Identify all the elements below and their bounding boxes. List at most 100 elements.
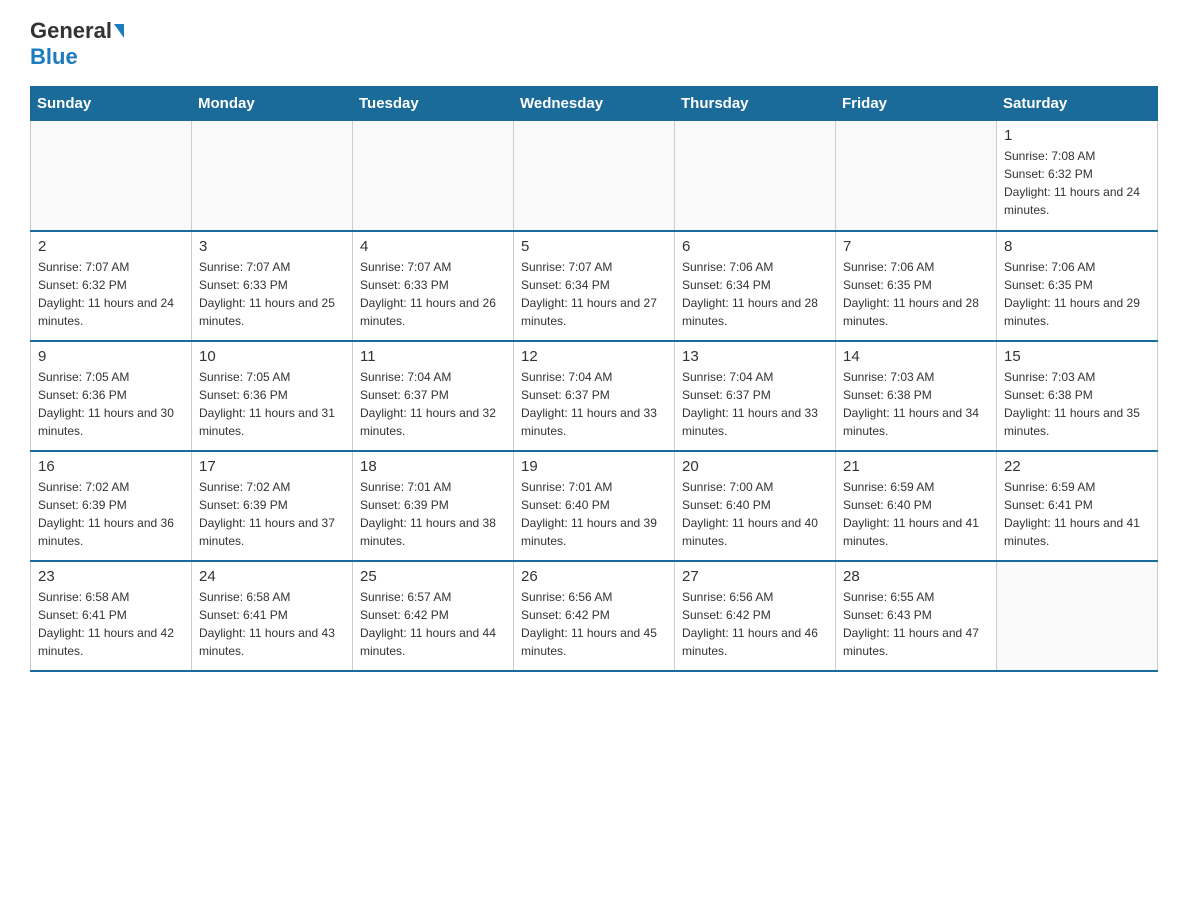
day-number: 7 — [843, 238, 989, 255]
day-info: Sunrise: 7:07 AM Sunset: 6:32 PM Dayligh… — [38, 258, 184, 330]
day-number: 10 — [199, 348, 345, 365]
day-number: 5 — [521, 238, 667, 255]
day-number: 28 — [843, 568, 989, 585]
day-number: 13 — [682, 348, 828, 365]
day-number: 16 — [38, 458, 184, 475]
calendar-cell: 5 Sunrise: 7:07 AM Sunset: 6:34 PM Daylig… — [514, 231, 675, 341]
weekday-header-thursday: Thursday — [675, 87, 836, 121]
calendar-cell: 23 Sunrise: 6:58 AM Sunset: 6:41 PM Dayli… — [31, 561, 192, 671]
calendar-cell: 25 Sunrise: 6:57 AM Sunset: 6:42 PM Dayli… — [353, 561, 514, 671]
day-number: 24 — [199, 568, 345, 585]
calendar-cell: 6 Sunrise: 7:06 AM Sunset: 6:34 PM Daylig… — [675, 231, 836, 341]
day-info: Sunrise: 7:02 AM Sunset: 6:39 PM Dayligh… — [38, 478, 184, 550]
logo-blue: Blue — [30, 44, 78, 70]
day-number: 26 — [521, 568, 667, 585]
day-info: Sunrise: 7:07 AM Sunset: 6:34 PM Dayligh… — [521, 258, 667, 330]
day-info: Sunrise: 6:59 AM Sunset: 6:40 PM Dayligh… — [843, 478, 989, 550]
calendar-cell: 27 Sunrise: 6:56 AM Sunset: 6:42 PM Dayli… — [675, 561, 836, 671]
calendar-cell — [675, 121, 836, 231]
weekday-header-saturday: Saturday — [997, 87, 1158, 121]
day-number: 11 — [360, 348, 506, 365]
logo-arrow-icon — [114, 24, 124, 38]
day-info: Sunrise: 7:04 AM Sunset: 6:37 PM Dayligh… — [360, 368, 506, 440]
week-row-5: 23 Sunrise: 6:58 AM Sunset: 6:41 PM Dayli… — [31, 561, 1158, 671]
calendar-cell — [192, 121, 353, 231]
day-number: 27 — [682, 568, 828, 585]
calendar-cell: 12Sunrise: 7:04 AM Sunset: 6:37 PM Dayli… — [514, 341, 675, 451]
day-info: Sunrise: 7:06 AM Sunset: 6:35 PM Dayligh… — [843, 258, 989, 330]
day-info: Sunrise: 7:00 AM Sunset: 6:40 PM Dayligh… — [682, 478, 828, 550]
day-number: 8 — [1004, 238, 1150, 255]
logo-general: General — [30, 20, 112, 42]
calendar-cell: 1 Sunrise: 7:08 AM Sunset: 6:32 PM Daylig… — [997, 121, 1158, 231]
page-header: General Blue — [30, 20, 1158, 70]
day-number: 25 — [360, 568, 506, 585]
calendar-header: SundayMondayTuesdayWednesdayThursdayFrid… — [31, 87, 1158, 121]
day-info: Sunrise: 6:56 AM Sunset: 6:42 PM Dayligh… — [521, 588, 667, 660]
day-number: 15 — [1004, 348, 1150, 365]
day-number: 18 — [360, 458, 506, 475]
weekday-header-friday: Friday — [836, 87, 997, 121]
logo: General Blue — [30, 20, 124, 70]
calendar-cell: 26 Sunrise: 6:56 AM Sunset: 6:42 PM Dayli… — [514, 561, 675, 671]
calendar-cell: 20 Sunrise: 7:00 AM Sunset: 6:40 PM Dayli… — [675, 451, 836, 561]
day-info: Sunrise: 7:01 AM Sunset: 6:39 PM Dayligh… — [360, 478, 506, 550]
calendar-cell — [997, 561, 1158, 671]
week-row-1: 1 Sunrise: 7:08 AM Sunset: 6:32 PM Daylig… — [31, 121, 1158, 231]
day-info: Sunrise: 7:04 AM Sunset: 6:37 PM Dayligh… — [521, 368, 667, 440]
calendar-cell: 15 Sunrise: 7:03 AM Sunset: 6:38 PM Dayli… — [997, 341, 1158, 451]
weekday-header-wednesday: Wednesday — [514, 87, 675, 121]
day-info: Sunrise: 7:04 AM Sunset: 6:37 PM Dayligh… — [682, 368, 828, 440]
day-info: Sunrise: 7:05 AM Sunset: 6:36 PM Dayligh… — [38, 368, 184, 440]
week-row-4: 16 Sunrise: 7:02 AM Sunset: 6:39 PM Dayli… — [31, 451, 1158, 561]
day-number: 2 — [38, 238, 184, 255]
calendar-cell: 14 Sunrise: 7:03 AM Sunset: 6:38 PM Dayli… — [836, 341, 997, 451]
day-number: 19 — [521, 458, 667, 475]
day-info: Sunrise: 6:59 AM Sunset: 6:41 PM Dayligh… — [1004, 478, 1150, 550]
day-number: 21 — [843, 458, 989, 475]
day-info: Sunrise: 7:08 AM Sunset: 6:32 PM Dayligh… — [1004, 147, 1150, 219]
day-info: Sunrise: 6:58 AM Sunset: 6:41 PM Dayligh… — [199, 588, 345, 660]
day-info: Sunrise: 7:03 AM Sunset: 6:38 PM Dayligh… — [1004, 368, 1150, 440]
day-number: 1 — [1004, 127, 1150, 144]
calendar-cell: 9 Sunrise: 7:05 AM Sunset: 6:36 PM Daylig… — [31, 341, 192, 451]
day-number: 6 — [682, 238, 828, 255]
weekday-row: SundayMondayTuesdayWednesdayThursdayFrid… — [31, 87, 1158, 121]
day-info: Sunrise: 7:05 AM Sunset: 6:36 PM Dayligh… — [199, 368, 345, 440]
day-info: Sunrise: 7:07 AM Sunset: 6:33 PM Dayligh… — [199, 258, 345, 330]
day-number: 20 — [682, 458, 828, 475]
calendar-cell: 4Sunrise: 7:07 AM Sunset: 6:33 PM Daylig… — [353, 231, 514, 341]
day-number: 4 — [360, 238, 506, 255]
calendar-cell: 24 Sunrise: 6:58 AM Sunset: 6:41 PM Dayli… — [192, 561, 353, 671]
day-number: 22 — [1004, 458, 1150, 475]
weekday-header-monday: Monday — [192, 87, 353, 121]
calendar-cell: 19 Sunrise: 7:01 AM Sunset: 6:40 PM Dayli… — [514, 451, 675, 561]
day-number: 23 — [38, 568, 184, 585]
calendar-cell: 2 Sunrise: 7:07 AM Sunset: 6:32 PM Daylig… — [31, 231, 192, 341]
day-info: Sunrise: 6:58 AM Sunset: 6:41 PM Dayligh… — [38, 588, 184, 660]
calendar-table: SundayMondayTuesdayWednesdayThursdayFrid… — [30, 86, 1158, 672]
calendar-cell: 10 Sunrise: 7:05 AM Sunset: 6:36 PM Dayli… — [192, 341, 353, 451]
day-info: Sunrise: 7:02 AM Sunset: 6:39 PM Dayligh… — [199, 478, 345, 550]
calendar-cell: 16 Sunrise: 7:02 AM Sunset: 6:39 PM Dayli… — [31, 451, 192, 561]
calendar-cell: 22 Sunrise: 6:59 AM Sunset: 6:41 PM Dayli… — [997, 451, 1158, 561]
day-info: Sunrise: 6:55 AM Sunset: 6:43 PM Dayligh… — [843, 588, 989, 660]
day-info: Sunrise: 6:56 AM Sunset: 6:42 PM Dayligh… — [682, 588, 828, 660]
calendar-cell: 17Sunrise: 7:02 AM Sunset: 6:39 PM Dayli… — [192, 451, 353, 561]
calendar-cell — [353, 121, 514, 231]
day-info: Sunrise: 7:03 AM Sunset: 6:38 PM Dayligh… — [843, 368, 989, 440]
week-row-2: 2 Sunrise: 7:07 AM Sunset: 6:32 PM Daylig… — [31, 231, 1158, 341]
day-number: 9 — [38, 348, 184, 365]
calendar-cell: 18 Sunrise: 7:01 AM Sunset: 6:39 PM Dayli… — [353, 451, 514, 561]
calendar-cell: 21 Sunrise: 6:59 AM Sunset: 6:40 PM Dayli… — [836, 451, 997, 561]
day-number: 14 — [843, 348, 989, 365]
calendar-cell: 11 Sunrise: 7:04 AM Sunset: 6:37 PM Dayli… — [353, 341, 514, 451]
calendar-cell — [514, 121, 675, 231]
weekday-header-sunday: Sunday — [31, 87, 192, 121]
weekday-header-tuesday: Tuesday — [353, 87, 514, 121]
week-row-3: 9 Sunrise: 7:05 AM Sunset: 6:36 PM Daylig… — [31, 341, 1158, 451]
day-info: Sunrise: 7:06 AM Sunset: 6:35 PM Dayligh… — [1004, 258, 1150, 330]
day-info: Sunrise: 7:06 AM Sunset: 6:34 PM Dayligh… — [682, 258, 828, 330]
day-info: Sunrise: 6:57 AM Sunset: 6:42 PM Dayligh… — [360, 588, 506, 660]
day-info: Sunrise: 7:01 AM Sunset: 6:40 PM Dayligh… — [521, 478, 667, 550]
